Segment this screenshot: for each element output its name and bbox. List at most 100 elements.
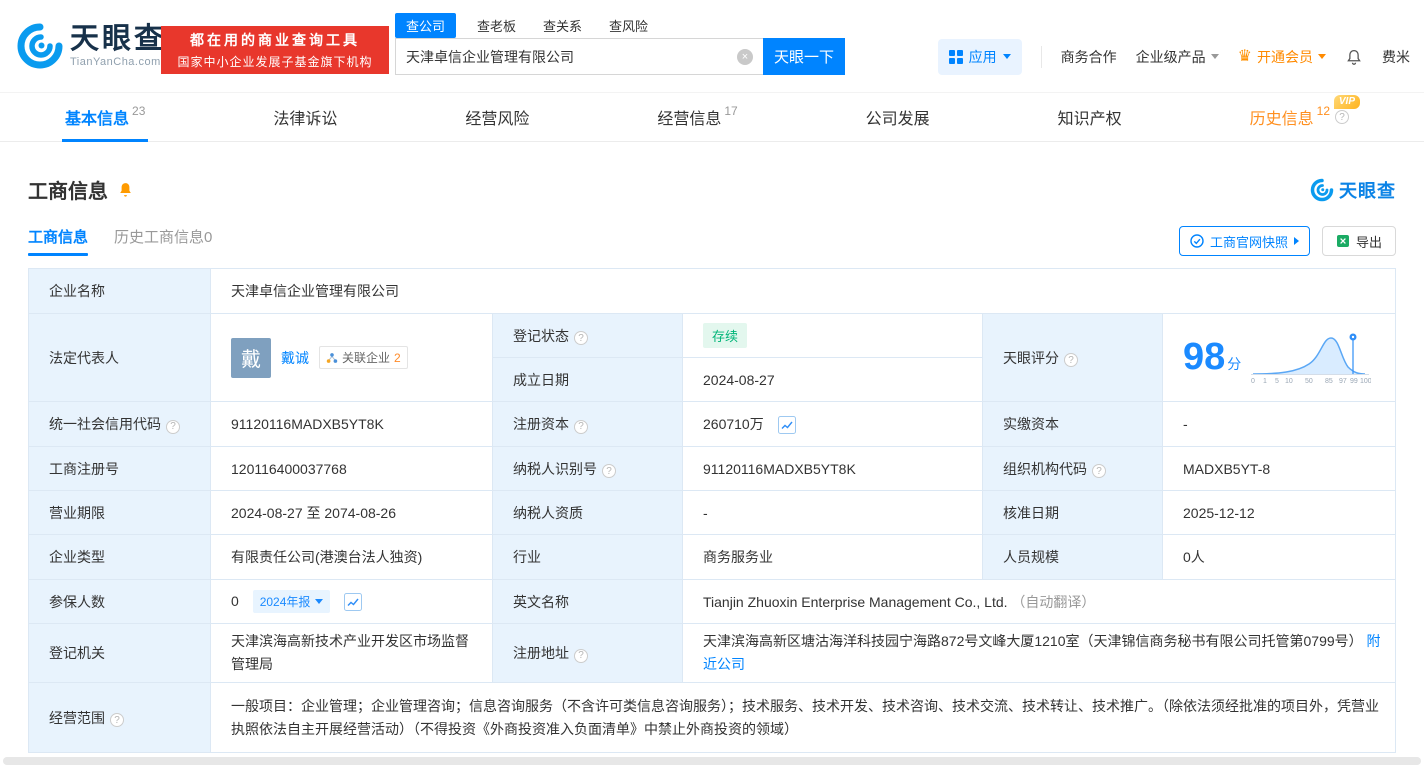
open-membership-menu[interactable]: ♛ 开通会员 (1238, 47, 1326, 67)
credit-code-label: 统一社会信用代码 (49, 416, 161, 432)
search-tab-company[interactable]: 查公司 (395, 12, 457, 38)
approval-date-value: 2025-12-12 (1183, 504, 1255, 521)
table-row: 法定代表人 戴 戴诚 关联企业 2 登记状态 ? 存续 天眼评分 ? 98 分 … (28, 313, 1396, 402)
paid-capital-label: 实缴资本 (1003, 416, 1059, 432)
horizontal-scrollbar[interactable] (3, 757, 1421, 765)
help-icon[interactable]: ? (1064, 353, 1078, 367)
user-menu[interactable]: 费米 (1382, 47, 1410, 67)
search-tab-relation[interactable]: 查关系 (543, 16, 582, 35)
industry-value: 商务服务业 (703, 549, 773, 565)
help-icon[interactable]: ? (1335, 110, 1349, 124)
subtab-history-info[interactable]: 历史工商信息0 (114, 226, 212, 256)
help-icon[interactable]: ? (574, 648, 588, 663)
svg-text:50: 50 (1305, 378, 1313, 385)
insured-label: 参保人数 (49, 593, 105, 610)
table-row: 登记机关 天津滨海高新技术产业开发区市场监督管理局 注册地址? 天津滨海高新区塘… (28, 622, 1396, 684)
staff-size-value: 0人 (1183, 549, 1205, 565)
business-info-table: 企业名称 天津卓信企业管理有限公司 法定代表人 戴 戴诚 关联企业 2 登记状态… (28, 268, 1396, 754)
export-label: 导出 (1355, 234, 1382, 250)
help-icon[interactable]: ? (166, 419, 180, 434)
notifications-button[interactable] (1345, 48, 1363, 66)
enterprise-products-menu[interactable]: 企业级产品 (1136, 47, 1219, 67)
english-name-value: Tianjin Zhuoxin Enterprise Management Co… (703, 593, 1008, 610)
top-right-menu: 应用 商务合作 企业级产品 ♛ 开通会员 费米 (937, 38, 1410, 75)
search-bar: × 天眼一下 (395, 38, 845, 75)
tab-business-info[interactable]: 经营信息 17 (654, 93, 740, 141)
search-tab-boss[interactable]: 查老板 (477, 16, 516, 35)
chevron-down-icon (1002, 54, 1011, 59)
svg-text:1: 1 (1263, 378, 1267, 385)
org-code-value: MADXB5YT-8 (1183, 460, 1271, 477)
address-label: 注册地址 (513, 645, 569, 662)
export-button[interactable]: 导出 (1321, 226, 1396, 256)
business-registration-section: 工商信息 天眼查 工商信息 历史工商信息0 工商官网快照 导出 企业名称 天津卓… (0, 175, 1424, 754)
company-name-label: 企业名称 (49, 283, 105, 299)
official-snapshot-label: 工商官网快照 (1209, 234, 1288, 250)
insured-trend-icon (344, 593, 363, 612)
official-snapshot-button[interactable]: 工商官网快照 (1178, 226, 1310, 256)
top-bar: 天眼查 TianYanCha.com 都在用的商业查询工具 国家中小企业发展子基… (0, 0, 1424, 93)
tab-company-development[interactable]: 公司发展 (863, 93, 933, 141)
related-companies-count: 2 (394, 350, 401, 365)
subscribe-bell-button[interactable] (117, 181, 134, 198)
related-companies-label: 关联企业 (342, 351, 391, 365)
logo-title: 天眼查 (70, 23, 167, 56)
capital-trend-button[interactable] (777, 416, 796, 435)
company-type-label: 企业类型 (49, 549, 105, 565)
search-tab-risk[interactable]: 查风险 (609, 16, 648, 35)
table-row: 工商注册号 120116400037768 纳税人识别号? 91120116MA… (28, 446, 1396, 491)
tab-intellectual-property-label: 知识产权 (1057, 111, 1122, 128)
svg-text:100: 100 (1360, 378, 1371, 385)
tab-operational-risk[interactable]: 经营风险 (462, 93, 532, 141)
reg-status-label: 登记状态 (513, 327, 569, 344)
table-row: 统一社会信用代码? 91120116MADXB5YT8K 注册资本? 26071… (28, 401, 1396, 447)
annual-report-badge[interactable]: 2024年报 (252, 590, 331, 613)
chevron-down-icon (1210, 54, 1219, 59)
authority-label: 登记机关 (49, 645, 105, 662)
legal-rep-avatar[interactable]: 戴 (231, 337, 271, 378)
legal-rep-avatar-char: 戴 (241, 349, 261, 371)
help-icon[interactable]: ? (1092, 464, 1106, 478)
svg-text:10: 10 (1285, 378, 1293, 385)
tab-basic-info[interactable]: 基本信息 23 (62, 93, 149, 142)
insured-trend-button[interactable] (344, 593, 363, 612)
help-icon[interactable]: ? (574, 419, 588, 434)
taxpayer-quality-label: 纳税人资质 (513, 504, 583, 521)
tianyancha-logo[interactable]: 天眼查 TianYanCha.com (16, 22, 166, 70)
orange-bell-icon (120, 183, 131, 197)
open-membership-label: 开通会员 (1257, 48, 1313, 65)
clear-search-icon[interactable]: × (737, 48, 753, 65)
tab-operational-risk-label: 经营风险 (465, 111, 530, 128)
tab-history-info[interactable]: VIP 历史信息 12 ? (1247, 93, 1360, 141)
help-icon[interactable]: ? (602, 464, 616, 478)
score-value: 98 分 (1183, 336, 1241, 379)
legal-rep-link[interactable]: 戴诚 (281, 348, 309, 368)
related-companies-tag[interactable]: 关联企业 2 (319, 346, 408, 369)
tab-basic-info-label: 基本信息 (65, 111, 130, 128)
arrow-right-icon (1293, 237, 1299, 245)
tab-intellectual-property[interactable]: 知识产权 (1055, 93, 1125, 141)
tab-legal-proceedings[interactable]: 法律诉讼 (270, 93, 340, 141)
status-badge: 存续 (703, 323, 748, 348)
taxpayer-id-value: 91120116MADXB5YT8K (703, 460, 856, 477)
approval-date-label: 核准日期 (1003, 504, 1059, 521)
established-label: 成立日期 (513, 371, 569, 388)
company-type-value: 有限责任公司(港澳台法人独资) (231, 549, 423, 565)
reg-capital-value: 260710万 (703, 415, 764, 432)
section-brand-logo[interactable]: 天眼查 (1310, 177, 1396, 203)
help-icon[interactable]: ? (574, 331, 588, 345)
business-cooperation-link[interactable]: 商务合作 (1061, 47, 1117, 67)
search-button[interactable]: 天眼一下 (763, 38, 845, 75)
tianyancha-swirl-icon (17, 23, 63, 69)
help-icon[interactable]: ? (110, 713, 124, 728)
tab-legal-proceedings-label: 法律诉讼 (273, 111, 338, 128)
tianyancha-swirl-icon (1310, 178, 1334, 201)
search-input[interactable] (406, 48, 737, 65)
svg-text:85: 85 (1325, 378, 1333, 385)
legal-rep-label: 法定代表人 (49, 349, 119, 366)
svg-text:99: 99 (1350, 378, 1358, 385)
primary-nav: 基本信息 23 法律诉讼 经营风险 经营信息 17 公司发展 知识产权 VIP … (0, 93, 1424, 142)
apps-menu[interactable]: 应用 (937, 38, 1022, 75)
subtab-current-info[interactable]: 工商信息 (28, 226, 89, 256)
staff-size-label: 人员规模 (1003, 549, 1059, 565)
